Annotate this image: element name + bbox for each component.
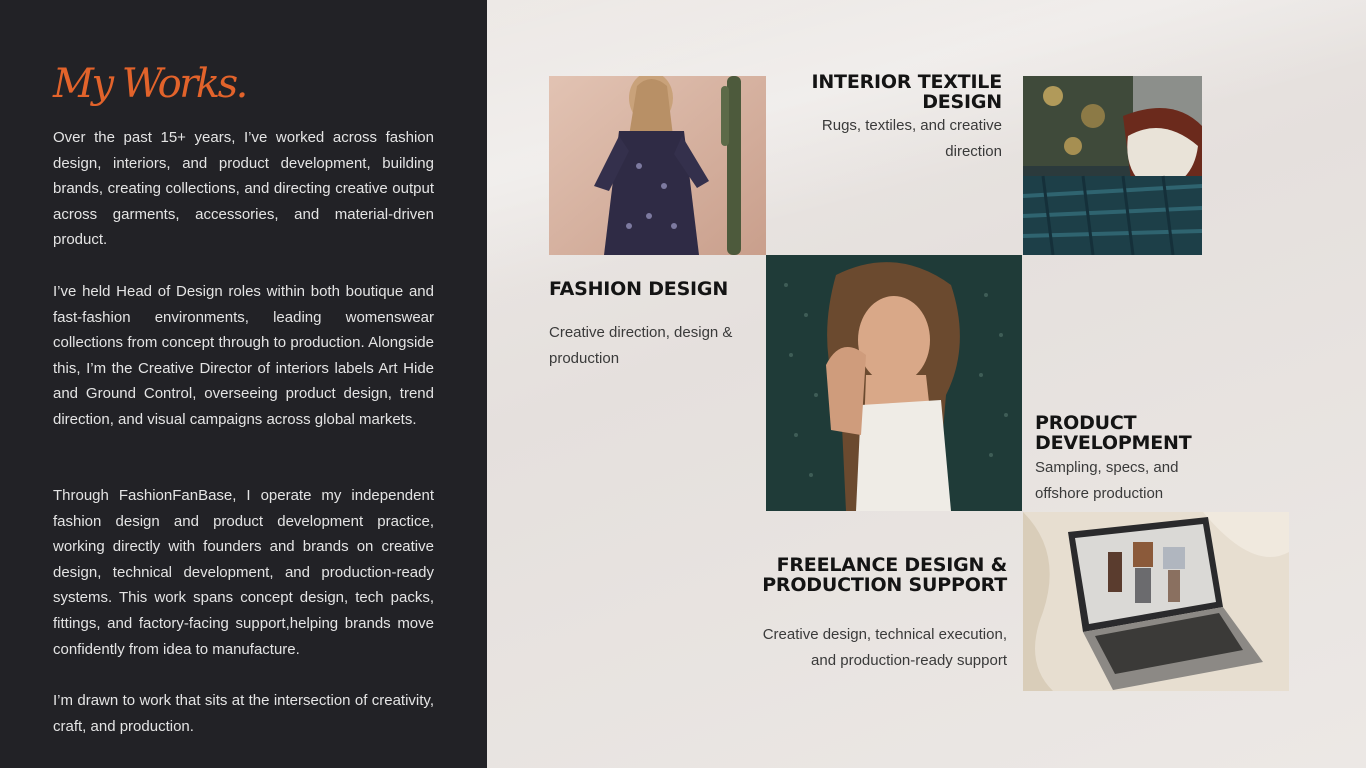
- intro-paragraph-4: I’m drawn to work that sits at the inter…: [53, 692, 434, 735]
- laptop-sketch-photo: [1023, 512, 1289, 691]
- interior-textile-photo: [1023, 76, 1202, 255]
- interior-textile-title: INTERIOR TEXTILE DESIGN: [811, 71, 1002, 113]
- intro-paragraph-1: Over the past 15+ years, I’ve worked acr…: [53, 129, 434, 249]
- page-title: My Works.: [53, 61, 248, 107]
- fashion-dress-photo: [549, 76, 766, 255]
- product-development-title: PRODUCT DEVELOPMENT: [1035, 412, 1192, 454]
- interior-textile-description: Rugs, textiles, and creative direction: [821, 117, 1002, 160]
- intro-paragraph-2: I’ve held Head of Design roles within bo…: [53, 283, 434, 428]
- fashion-portrait-photo: [766, 255, 1022, 511]
- fashion-design-description: Creative direction, design & production: [549, 324, 733, 367]
- intro-paragraph-3: Through FashionFanBase, I operate my ind…: [53, 487, 434, 658]
- product-development-description: Sampling, specs, and offshore production: [1035, 459, 1179, 502]
- freelance-support-title: FREELANCE DESIGN & PRODUCTION SUPPORT: [762, 554, 1007, 596]
- freelance-support-description: Creative design, technical execution, an…: [762, 626, 1007, 669]
- fashion-design-title: FASHION DESIGN: [549, 278, 729, 300]
